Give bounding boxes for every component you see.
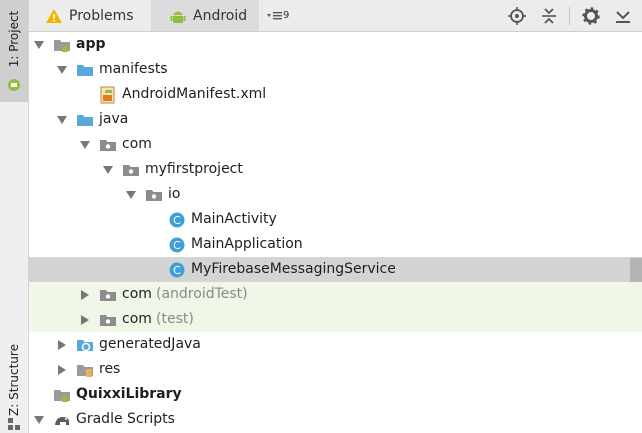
tree-item[interactable]: res bbox=[29, 357, 642, 382]
tree-item-label: QuixxiLibrary bbox=[76, 386, 182, 402]
tree-item[interactable]: com (test) bbox=[29, 307, 642, 332]
tab-problems[interactable]: Problems bbox=[45, 0, 149, 31]
tree-item-label: myfirstproject bbox=[145, 161, 243, 177]
structure-icon bbox=[8, 418, 20, 430]
collapsed-arrow-icon[interactable] bbox=[56, 339, 68, 351]
tree-item-label: generatedJava bbox=[99, 336, 201, 352]
collapsed-arrow-icon[interactable] bbox=[79, 289, 91, 301]
tree-item-label: res bbox=[99, 361, 121, 377]
tree-item-label: MainApplication bbox=[191, 236, 303, 252]
tree-item[interactable]: C MainApplication bbox=[29, 232, 642, 257]
expanded-arrow-icon[interactable] bbox=[33, 39, 45, 51]
tree-item[interactable]: AndroidManifest.xml bbox=[29, 82, 642, 107]
tab-android-label: Android bbox=[193, 7, 248, 24]
expanded-arrow-icon[interactable] bbox=[33, 414, 45, 426]
collapsed-arrow-icon[interactable] bbox=[56, 364, 68, 376]
svg-text:C: C bbox=[173, 214, 181, 227]
tree-item-suffix: (test) bbox=[156, 311, 194, 327]
tool-window-strip: 1: Project Z: Structure bbox=[0, 0, 29, 433]
tree-item[interactable]: com bbox=[29, 132, 642, 157]
tree-item[interactable]: manifests bbox=[29, 57, 642, 82]
tree-item[interactable]: java bbox=[29, 107, 642, 132]
expanded-arrow-icon[interactable] bbox=[102, 164, 114, 176]
structure-tool-label: Z: Structure bbox=[7, 344, 21, 416]
tree-item[interactable]: io bbox=[29, 182, 642, 207]
tree-item-label: manifests bbox=[99, 61, 168, 77]
tree-item-label: com bbox=[122, 311, 152, 327]
expanded-arrow-icon[interactable] bbox=[56, 114, 68, 126]
tree-item-label: MyFirebaseMessagingService bbox=[191, 261, 396, 277]
collapsed-arrow-icon[interactable] bbox=[79, 314, 91, 326]
collapse-all-icon[interactable] bbox=[539, 6, 559, 26]
tab-android[interactable]: Android bbox=[151, 0, 259, 31]
tree-item[interactable]: myfirstproject bbox=[29, 157, 642, 182]
hide-icon[interactable] bbox=[613, 6, 633, 26]
tree-item[interactable]: C MainActivity bbox=[29, 207, 642, 232]
tree-item-label: com bbox=[122, 286, 152, 302]
tree-item-suffix: (androidTest) bbox=[156, 286, 248, 302]
tree-item-label: AndroidManifest.xml bbox=[122, 86, 267, 102]
expanded-arrow-icon[interactable] bbox=[79, 139, 91, 151]
svg-text:C: C bbox=[173, 264, 181, 277]
locate-icon[interactable] bbox=[507, 6, 527, 26]
warning-icon bbox=[46, 8, 62, 23]
tree-item[interactable]: QuixxiLibrary bbox=[29, 382, 642, 407]
expanded-arrow-icon[interactable] bbox=[125, 189, 137, 201]
toolbar-separator bbox=[569, 7, 570, 25]
tree-item-label: Gradle Scripts bbox=[76, 411, 175, 427]
tab-problems-label: Problems bbox=[69, 7, 134, 24]
project-tree: app manifests AndroidManifest.xml java com my… bbox=[29, 32, 642, 433]
android-icon bbox=[8, 79, 20, 91]
tree-item[interactable]: app bbox=[29, 32, 642, 57]
tree-item[interactable]: C MyFirebaseMessagingService bbox=[29, 257, 642, 282]
tree-item[interactable]: generatedJava bbox=[29, 332, 642, 357]
tree-item-label: java bbox=[99, 111, 129, 127]
tree-item-label: io bbox=[168, 186, 181, 202]
tree-item-label: com bbox=[122, 136, 152, 152]
tree-item[interactable]: com (androidTest) bbox=[29, 282, 642, 307]
svg-text:C: C bbox=[173, 239, 181, 252]
tool-window-header: Problems Android 9 bbox=[29, 0, 642, 32]
tree-item-label: MainActivity bbox=[191, 211, 277, 227]
overflow-list-icon bbox=[267, 11, 282, 19]
gear-icon[interactable] bbox=[581, 6, 601, 26]
expanded-arrow-icon[interactable] bbox=[56, 64, 68, 76]
project-tool-label: 1: Project bbox=[7, 10, 21, 68]
overflow-count: 9 bbox=[283, 10, 290, 21]
tabs-overflow-button[interactable]: 9 bbox=[267, 0, 297, 31]
android-icon bbox=[170, 11, 186, 23]
tree-item[interactable]: Gradle Scripts bbox=[29, 407, 642, 432]
structure-tool-button[interactable]: Z: Structure bbox=[0, 344, 28, 433]
tree-item-label: app bbox=[76, 36, 106, 52]
project-tool-button[interactable]: 1: Project bbox=[0, 0, 28, 102]
